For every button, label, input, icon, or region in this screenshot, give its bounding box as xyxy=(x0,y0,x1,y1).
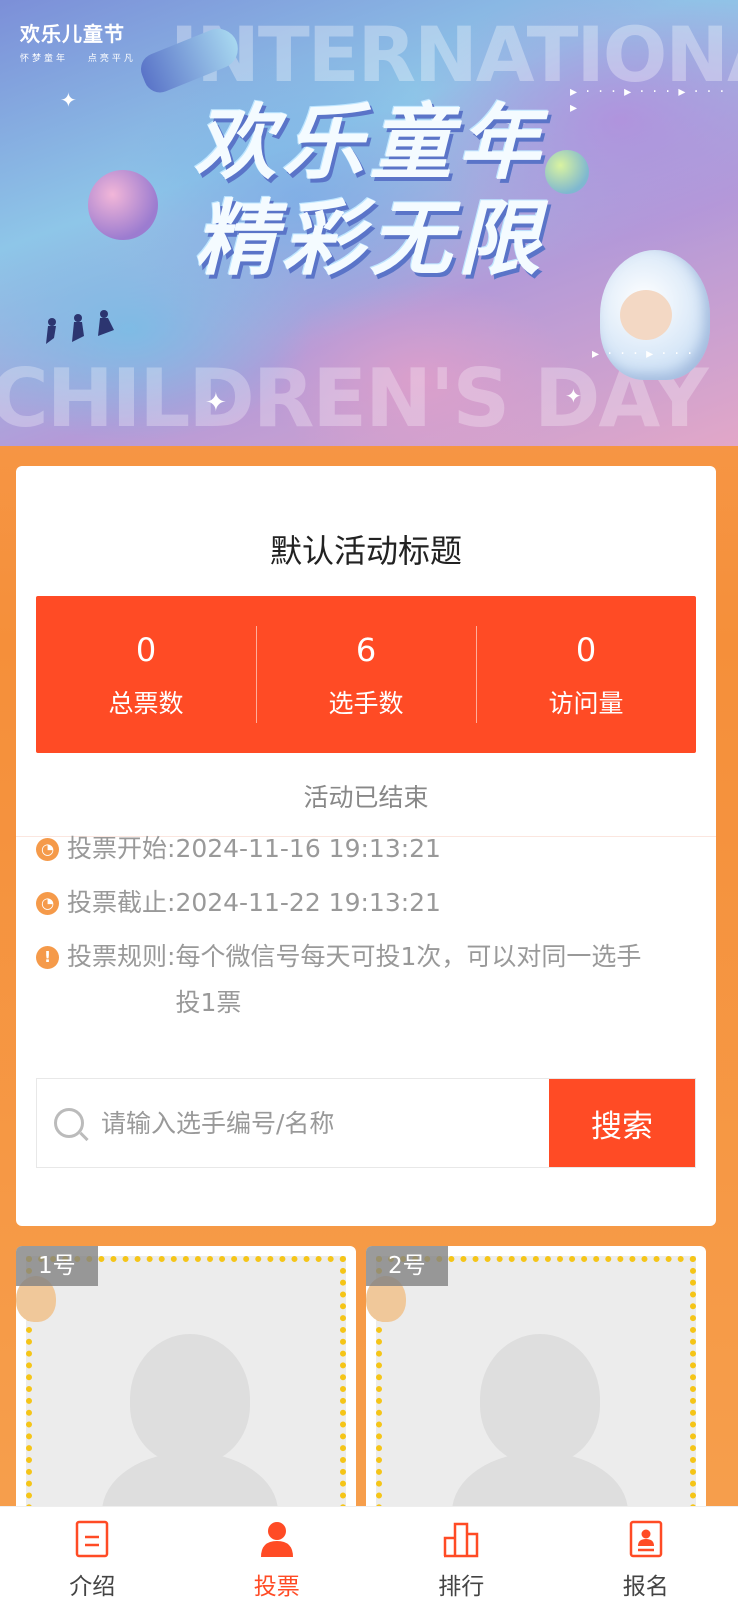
stat-value: 6 xyxy=(355,630,377,669)
vote-end-row: ◔ 投票截止: 2024-11-22 19:13:21 xyxy=(36,880,653,926)
avatar-placeholder-head xyxy=(480,1334,600,1464)
person-icon xyxy=(257,1519,297,1559)
banner-headline-line2: 精彩无限 xyxy=(194,191,546,287)
vote-end-label: 投票截止: xyxy=(67,888,176,917)
sparkle-icon: ✦ xyxy=(565,384,582,408)
tab-ranking[interactable]: 排行 xyxy=(369,1507,554,1606)
contestant-photo xyxy=(376,1256,696,1546)
ranking-icon xyxy=(441,1519,481,1559)
banner-headline-line1: 欢乐童年 xyxy=(194,95,546,191)
search-bar: 搜索 xyxy=(36,1078,696,1168)
vote-end-value: 2024-11-22 19:13:21 xyxy=(175,888,441,917)
page-title: 默认活动标题 xyxy=(269,532,462,570)
search-icon xyxy=(37,1079,101,1167)
vote-rules-label: 投票规则: xyxy=(67,942,176,971)
tab-intro[interactable]: 介绍 xyxy=(0,1507,185,1606)
sparkle-icon: ✦ xyxy=(205,388,227,418)
contestant-number: 1号 xyxy=(16,1246,98,1286)
search-button[interactable]: 搜索 xyxy=(549,1079,695,1167)
banner-brand-title: 欢乐儿童节 xyxy=(20,22,125,46)
stat-label: 访问量 xyxy=(548,688,624,718)
contestant-number: 2号 xyxy=(366,1246,448,1286)
banner-image: INTERNATIONAL CHILDREN'S DAY ✦ ✦ ✦ ✦ ▸ ·… xyxy=(0,0,738,446)
search-input[interactable] xyxy=(101,1079,549,1167)
id-card-icon xyxy=(626,1519,666,1559)
clock-icon: ◔ xyxy=(36,838,59,861)
vote-start-row: ◔ 投票开始: 2024-11-16 19:13:21 xyxy=(36,826,653,872)
vote-start-value: 2024-11-16 19:13:21 xyxy=(175,834,441,863)
banner-brand-subtitle: 怀梦童年 点亮平凡 xyxy=(20,54,136,64)
vote-start-label: 投票开始: xyxy=(67,834,176,863)
stat-contestants: 6 选手数 xyxy=(256,596,476,753)
planet-decoration xyxy=(88,170,158,240)
tab-vote[interactable]: 投票 xyxy=(185,1507,370,1606)
activity-status: 活动已结束 xyxy=(303,783,429,812)
arrow-decoration: ▸ · · · ▸ · · · ▸ · · · ▸ xyxy=(570,84,727,116)
clock-icon: ◔ xyxy=(36,892,59,915)
vote-rules-value: 每个微信号每天可投1次，可以对同一选手投1票 xyxy=(175,942,642,1017)
tab-label: 报名 xyxy=(622,1574,669,1600)
contestant-photo xyxy=(26,1256,346,1546)
tab-label: 投票 xyxy=(253,1574,300,1600)
stat-total-votes: 0 总票数 xyxy=(36,596,256,753)
stat-label: 选手数 xyxy=(328,688,404,718)
stats-panel: 0 总票数 6 选手数 0 访问量 xyxy=(36,596,696,753)
stat-label: 总票数 xyxy=(108,688,184,718)
exclamation-icon: ! xyxy=(36,946,59,969)
contestant-card[interactable]: 2号 xyxy=(366,1246,706,1546)
tab-label: 排行 xyxy=(438,1574,485,1600)
vote-rules-row: ! 投票规则: 每个微信号每天可投1次，可以对同一选手投1票 xyxy=(36,934,653,1026)
sparkle-icon: ✦ xyxy=(60,88,77,112)
arrow-decoration: ▸ · · · ▸ · · · xyxy=(592,346,694,362)
banner-headline: 欢乐童年 精彩无限 xyxy=(180,95,560,287)
tab-signup[interactable]: 报名 xyxy=(554,1507,738,1606)
children-silhouette xyxy=(46,310,114,344)
stat-value: 0 xyxy=(135,630,157,669)
banner-watermark-bottom: CHILDREN'S DAY xyxy=(0,352,709,445)
stat-visits: 0 访问量 xyxy=(476,596,696,753)
contestant-grid: 1号 2号 xyxy=(16,1246,716,1546)
tab-label: 介绍 xyxy=(69,1574,116,1600)
document-icon xyxy=(72,1519,112,1559)
avatar-placeholder-head xyxy=(130,1334,250,1464)
banner-brand: 欢乐儿童节 怀梦童年 点亮平凡 xyxy=(20,18,136,64)
contestant-card[interactable]: 1号 xyxy=(16,1246,356,1546)
stat-value: 0 xyxy=(575,630,597,669)
bottom-tab-bar: 介绍 投票 排行 报名 xyxy=(0,1506,738,1606)
activity-card: 默认活动标题 0 总票数 6 选手数 0 访问量 活动已结束 ◔ 投票开始: 2… xyxy=(16,466,716,1226)
